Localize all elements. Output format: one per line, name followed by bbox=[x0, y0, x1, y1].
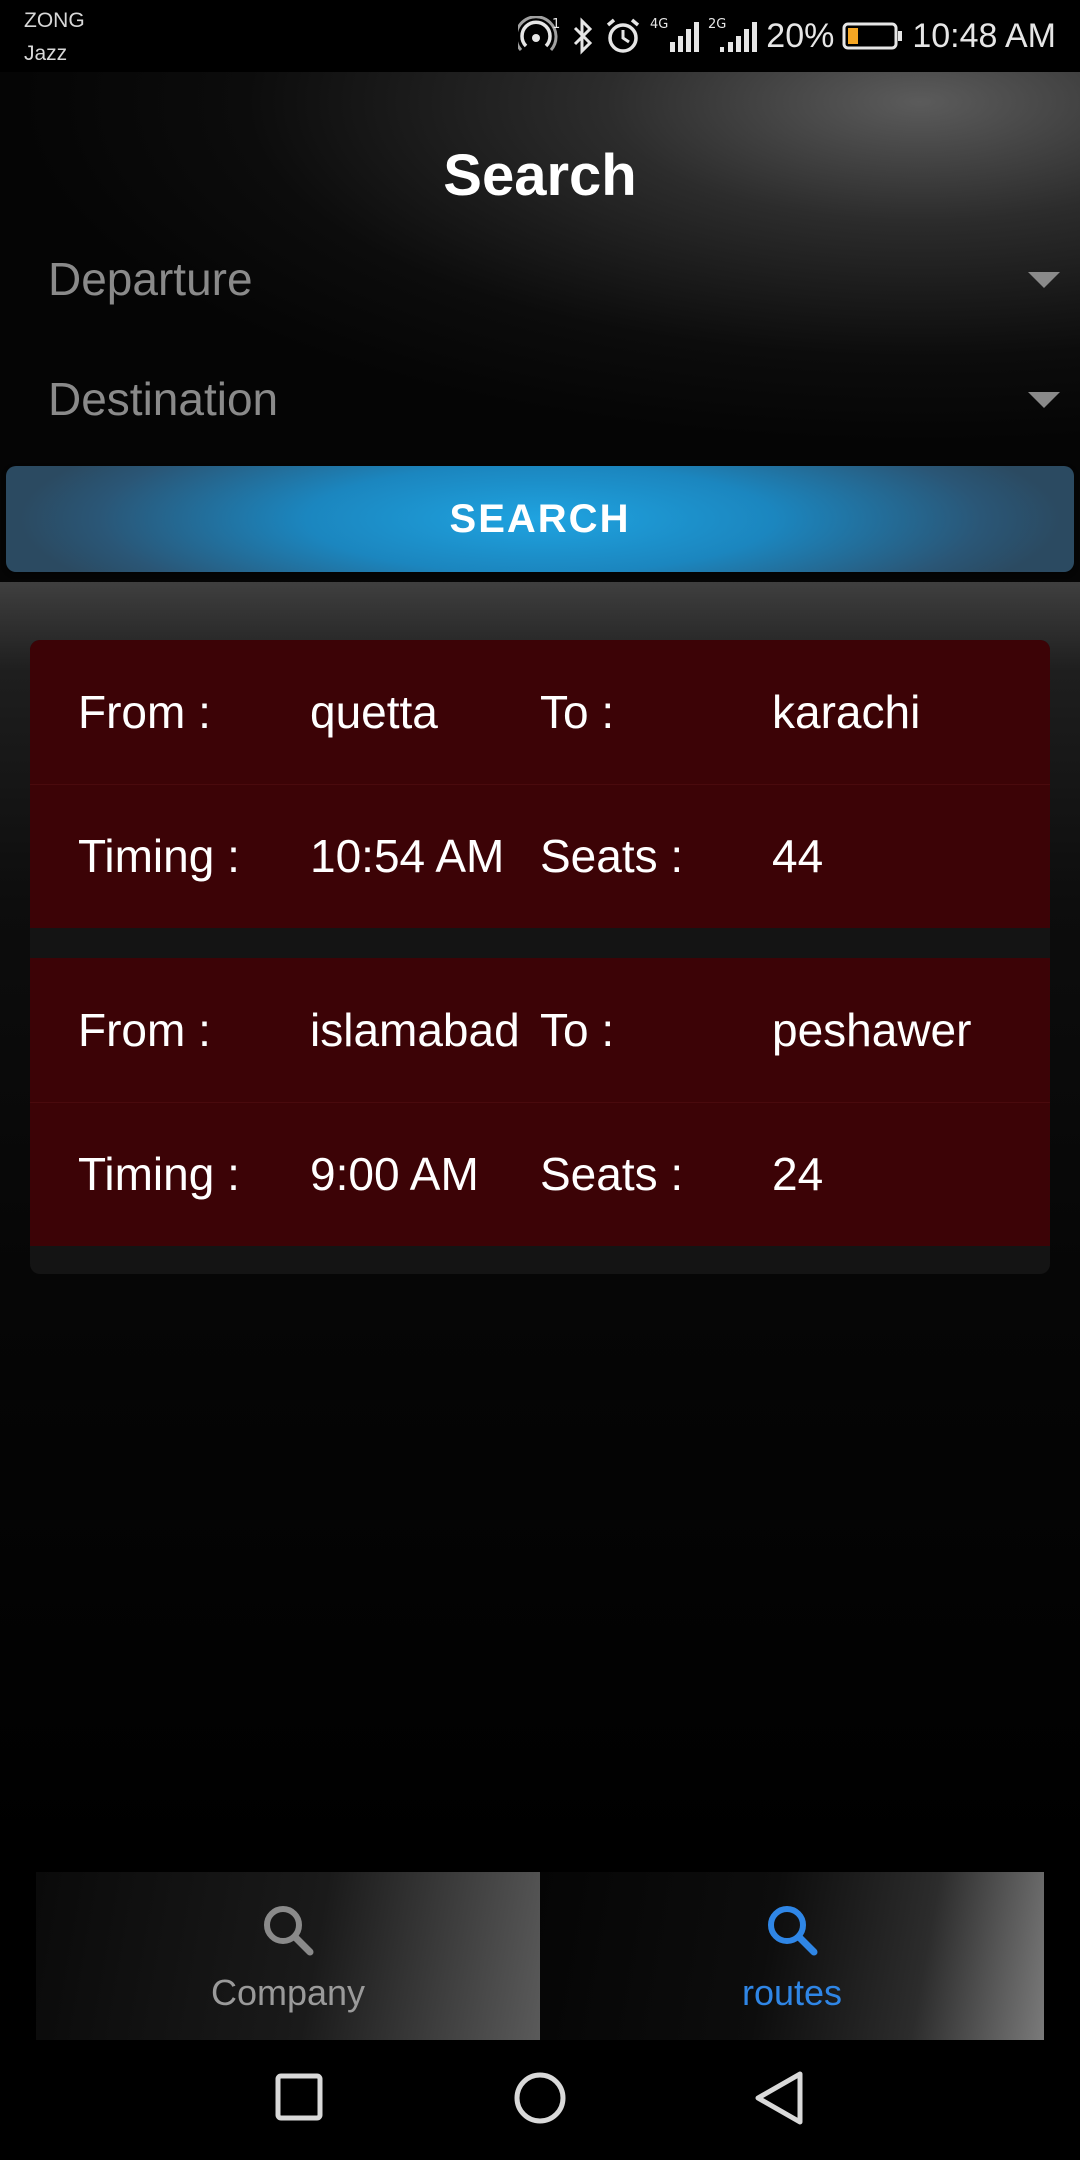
from-label: From : bbox=[78, 686, 211, 738]
seats-value: 44 bbox=[772, 830, 824, 882]
back-icon[interactable] bbox=[752, 2068, 808, 2133]
tab-company[interactable]: Company bbox=[36, 1872, 540, 2040]
battery-percent: 20% bbox=[766, 16, 835, 55]
signal-icon-2: 2G bbox=[708, 16, 758, 56]
alarm-icon bbox=[604, 16, 642, 56]
timing-label: Timing : bbox=[78, 830, 240, 882]
tab-routes-label: routes bbox=[741, 1972, 843, 2013]
app-screen: ZONG Jazz 1 4G 2G 20% 10:48 AM Search De… bbox=[0, 0, 1080, 2160]
clock: 10:48 AM bbox=[912, 16, 1056, 55]
search-icon bbox=[258, 1900, 318, 1965]
tab-company-label: Company bbox=[210, 1972, 366, 2013]
timing-label: Timing : bbox=[78, 1148, 240, 1200]
timing-value: 9:00 AM bbox=[310, 1148, 479, 1200]
status-icons: 1 4G 2G 20% 10:48 AM bbox=[518, 12, 1056, 60]
destination-dropdown[interactable]: Destination bbox=[48, 362, 1060, 432]
seats-label: Seats : bbox=[540, 830, 684, 882]
dropdown-arrow-icon bbox=[1028, 392, 1060, 415]
dropdown-arrow-icon bbox=[1028, 272, 1060, 295]
home-icon[interactable] bbox=[512, 2068, 568, 2133]
departure-dropdown[interactable]: Departure bbox=[48, 242, 1060, 312]
network-type-1: 4G bbox=[650, 17, 668, 32]
search-button[interactable]: SEARCH bbox=[6, 466, 1074, 572]
seats-label: Seats : bbox=[540, 1148, 684, 1200]
search-icon bbox=[762, 1900, 822, 1965]
search-form: Search Departure Destination SEARCH bbox=[0, 72, 1080, 582]
hotspot-icon: 1 bbox=[518, 16, 562, 56]
recent-apps-icon[interactable] bbox=[274, 2068, 326, 2133]
network-type-2: 2G bbox=[708, 17, 726, 32]
route-list: From : quetta To : karachi Timing : 10:5… bbox=[30, 640, 1050, 1274]
departure-placeholder: Departure bbox=[48, 253, 253, 305]
bluetooth-icon bbox=[570, 16, 596, 56]
svg-text:1: 1 bbox=[552, 17, 560, 32]
to-value: karachi bbox=[772, 686, 921, 738]
route-row: From : islamabad To : peshawer bbox=[30, 958, 1050, 1103]
results-area: From : quetta To : karachi Timing : 10:5… bbox=[0, 582, 1080, 1872]
signal-icon-1: 4G bbox=[650, 16, 700, 56]
to-label: To : bbox=[540, 1004, 615, 1056]
status-bar: ZONG Jazz 1 4G 2G 20% 10:48 AM bbox=[0, 0, 1080, 72]
battery-icon bbox=[842, 16, 904, 56]
route-row: Timing : 10:54 AM Seats : 44 bbox=[30, 784, 1050, 928]
route-card[interactable]: From : quetta To : karachi Timing : 10:5… bbox=[30, 640, 1050, 928]
timing-value: 10:54 AM bbox=[310, 830, 505, 882]
route-row: Timing : 9:00 AM Seats : 24 bbox=[30, 1102, 1050, 1246]
bottom-navigation: Company routes bbox=[0, 1872, 1080, 2040]
carrier-secondary: Jazz bbox=[24, 42, 68, 65]
to-value: peshawer bbox=[772, 1004, 972, 1056]
from-value: islamabad bbox=[310, 1004, 520, 1056]
tab-routes[interactable]: routes bbox=[540, 1872, 1044, 2040]
system-navigation-bar bbox=[0, 2040, 1080, 2160]
route-card[interactable]: From : islamabad To : peshawer Timing : … bbox=[30, 958, 1050, 1246]
destination-placeholder: Destination bbox=[48, 373, 279, 425]
route-row: From : quetta To : karachi bbox=[30, 640, 1050, 785]
from-label: From : bbox=[78, 1004, 211, 1056]
seats-value: 24 bbox=[772, 1148, 824, 1200]
page-title: Search bbox=[443, 143, 637, 208]
carrier-primary: ZONG bbox=[24, 9, 85, 32]
to-label: To : bbox=[540, 686, 615, 738]
from-value: quetta bbox=[310, 686, 438, 738]
